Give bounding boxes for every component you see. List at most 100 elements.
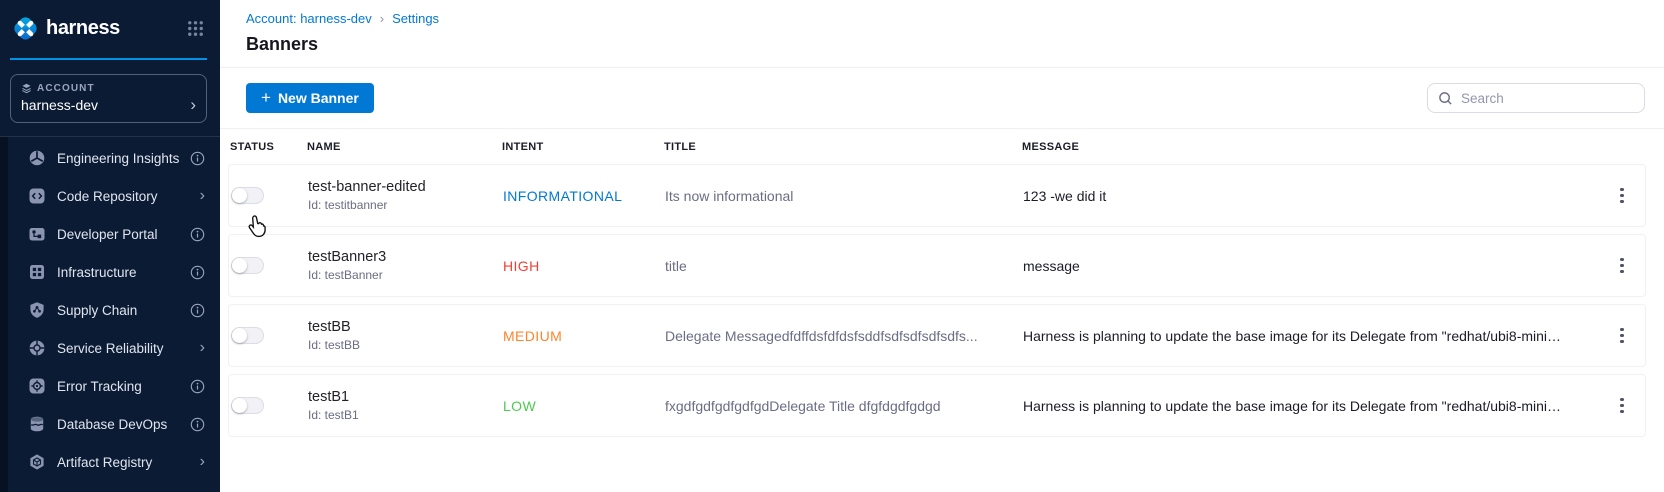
new-banner-button[interactable]: + New Banner [246,83,374,113]
account-selector[interactable]: ACCOUNT harness-dev › [10,74,207,123]
sidebar-item-label: Artifact Registry [57,455,152,470]
page-title: Banners [246,34,1638,55]
app-window: harness ACCOUNT [0,0,1664,492]
chevron-right-icon: › [200,189,205,203]
sidebar-item-developer-portal[interactable]: Developer Portal [0,215,220,253]
name-cell: test-banner-edited Id: testitbanner [308,179,503,212]
status-cell [229,327,308,344]
sidebar: harness ACCOUNT [0,0,220,492]
sidebar-item-label: Database DevOps [57,417,167,432]
column-header-actions [1598,141,1646,153]
chevron-right-icon: › [190,99,196,111]
status-cell [229,397,308,414]
harness-logo-icon [12,15,39,42]
intent-badge: LOW [503,398,665,414]
sidebar-item-error-tracking[interactable]: Error Tracking [0,367,220,405]
row-menu-button[interactable] [1599,391,1645,421]
new-banner-label: New Banner [278,90,359,106]
banner-name: testBB [308,319,503,335]
status-toggle[interactable] [231,187,264,204]
search-icon [1438,91,1453,106]
banner-name: testBanner3 [308,249,503,265]
developer-portal-icon [28,225,46,243]
column-header-message: MESSAGE [1022,141,1598,153]
table-row[interactable]: test-banner-edited Id: testitbanner INFO… [228,164,1646,227]
search-input[interactable] [1461,91,1634,106]
sidebar-item-code-repository[interactable]: Code Repository › [0,177,220,215]
info-icon [190,227,205,242]
info-icon [190,303,205,318]
supply-chain-icon [28,301,46,319]
name-cell: testBB Id: testBB [308,319,503,352]
logo-text: harness [46,17,120,40]
banner-message: Harness is planning to update the base i… [1023,328,1597,344]
plus-icon: + [261,89,271,106]
breadcrumb-settings-link[interactable]: Settings [392,11,439,26]
status-cell [229,187,308,204]
chevron-right-icon: › [200,455,205,469]
banner-message: Harness is planning to update the base i… [1023,398,1597,414]
account-name: harness-dev [21,97,98,113]
breadcrumb: Account: harness-dev › Settings [246,11,1638,26]
sidebar-nav: Engineering Insights Code Repository › [0,137,220,492]
intent-badge: MEDIUM [503,328,665,344]
banner-message: 123 -we did it [1023,188,1597,204]
sidebar-item-label: Service Reliability [57,341,164,356]
row-menu-button[interactable] [1599,321,1645,351]
sidebar-item-service-reliability[interactable]: Service Reliability › [0,329,220,367]
status-cell [229,257,308,274]
banner-table: test-banner-edited Id: testitbanner INFO… [228,164,1646,444]
table-row[interactable]: testBB Id: testBB MEDIUM Delegate Messag… [228,304,1646,367]
code-repository-icon [28,187,46,205]
table-header: STATUS NAME INTENT TITLE MESSAGE [228,129,1646,162]
name-cell: testB1 Id: testB1 [308,389,503,422]
sidebar-item-infrastructure[interactable]: Infrastructure [0,253,220,291]
page-header: Account: harness-dev › Settings Banners [220,0,1664,68]
sidebar-item-artifact-registry[interactable]: Artifact Registry › [0,443,220,481]
sidebar-item-database-devops[interactable]: Database DevOps [0,405,220,443]
infrastructure-icon [28,263,46,281]
table-row[interactable]: testB1 Id: testB1 LOW fxgdfgdfgdfgdfgdDe… [228,374,1646,437]
logo-underline [10,58,207,60]
banner-title: Delegate Messagedfdffdsfdfdsfsddfsdfsdfs… [665,328,1023,344]
engineering-insights-icon [28,149,46,167]
column-header-name: NAME [307,141,502,153]
app-grid-icon[interactable] [187,20,204,37]
column-header-intent: INTENT [502,141,664,153]
info-icon [190,265,205,280]
database-devops-icon [28,415,46,433]
status-toggle[interactable] [231,327,264,344]
sidebar-item-engineering-insights[interactable]: Engineering Insights [0,139,220,177]
account-icon [21,83,32,94]
breadcrumb-account-link[interactable]: Account: harness-dev [246,11,372,26]
intent-badge: HIGH [503,258,665,274]
sidebar-item-label: Engineering Insights [57,151,179,166]
info-icon [190,151,205,166]
toolbar: + New Banner [220,68,1664,129]
error-tracking-icon [28,377,46,395]
main-content: Account: harness-dev › Settings Banners … [220,0,1664,492]
status-toggle[interactable] [231,397,264,414]
banner-id: Id: testitbanner [308,198,503,212]
status-toggle[interactable] [231,257,264,274]
banner-id: Id: testBanner [308,268,503,282]
banner-name: test-banner-edited [308,179,503,195]
banner-id: Id: testBB [308,338,503,352]
sidebar-item-label: Supply Chain [57,303,137,318]
intent-badge: INFORMATIONAL [503,188,665,204]
sidebar-item-label: Infrastructure [57,265,137,280]
info-icon [190,417,205,432]
banner-id: Id: testB1 [308,408,503,422]
row-menu-button[interactable] [1599,251,1645,281]
sidebar-item-label: Developer Portal [57,227,158,242]
artifact-registry-icon [28,453,46,471]
sidebar-item-supply-chain[interactable]: Supply Chain [0,291,220,329]
row-menu-button[interactable] [1599,181,1645,211]
name-cell: testBanner3 Id: testBanner [308,249,503,282]
table-row[interactable]: testBanner3 Id: testBanner HIGH title me… [228,234,1646,297]
banner-title: title [665,258,1023,274]
info-icon [190,379,205,394]
chevron-right-icon: › [200,341,205,355]
sidebar-item-label: Error Tracking [57,379,142,394]
search-box [1427,83,1645,113]
